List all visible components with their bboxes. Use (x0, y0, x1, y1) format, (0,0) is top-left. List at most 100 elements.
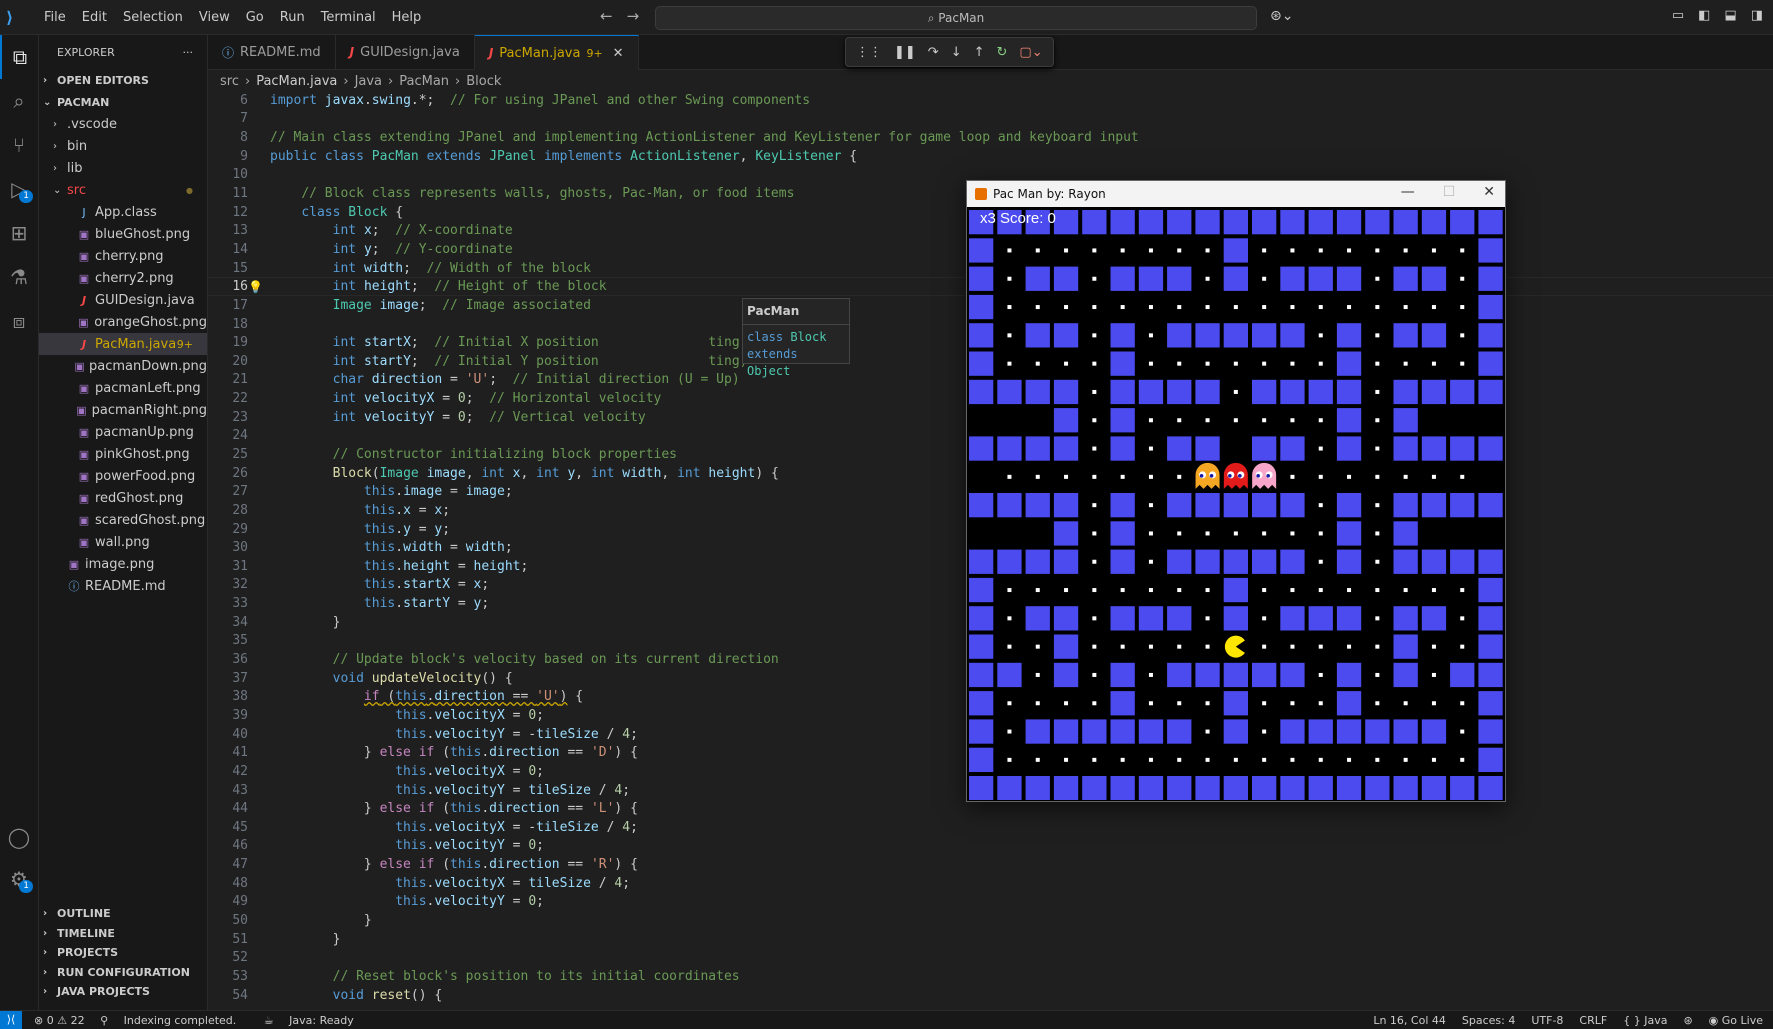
explorer-icon[interactable]: ⧉ (0, 35, 38, 79)
remote-explorer-icon[interactable]: ⧈ (0, 299, 38, 343)
encoding-status[interactable]: UTF-8 (1531, 1014, 1563, 1027)
section-java-projects[interactable]: › JAVA PROJECTS (39, 982, 207, 1002)
more-actions-icon[interactable]: ··· (183, 46, 194, 59)
tree-item[interactable]: J GUIDesign.java (39, 289, 207, 311)
tree-item[interactable]: J App.class (39, 201, 207, 223)
tree-item[interactable]: ▣ redGhost.png (39, 487, 207, 509)
step-over-icon[interactable]: ↷ (928, 45, 939, 60)
tree-item[interactable]: ▣ pacmanUp.png (39, 421, 207, 443)
menu-item-terminal[interactable]: Terminal (313, 10, 384, 25)
pacman-root-section[interactable]: ⌄ PACMAN (39, 91, 207, 113)
code-line[interactable]: 48 this.velocityX = tileSize / 4; (208, 874, 1773, 893)
breadcrumb-item[interactable]: Java (355, 74, 382, 89)
tree-item[interactable]: ▣ cherry.png (39, 245, 207, 267)
remote-indicator-icon[interactable]: ⟩⟨ (0, 1011, 22, 1029)
code-line[interactable]: 7 (208, 110, 1773, 129)
layout-toggle-icon[interactable]: ▭ (1672, 8, 1684, 23)
menu-item-file[interactable]: File (36, 10, 74, 25)
tree-item[interactable]: ▣ pacmanRight.png (39, 399, 207, 421)
run-debug-icon[interactable]: ▷ 1 (0, 167, 38, 211)
code-line[interactable]: 50 } (208, 911, 1773, 930)
code-line[interactable]: 51 } (208, 930, 1773, 949)
breadcrumb-item[interactable]: Block (466, 74, 501, 89)
code-line[interactable]: 9 public class PacMan extends JPanel impl… (208, 147, 1773, 166)
section-projects[interactable]: › PROJECTS (39, 943, 207, 963)
breadcrumb-item[interactable]: PacMan (399, 74, 449, 89)
close-tab-icon[interactable]: ✕ (613, 46, 624, 61)
extensions-icon[interactable]: ⊞ (0, 211, 38, 255)
menu-item-view[interactable]: View (191, 10, 238, 25)
lightbulb-icon[interactable]: 💡 (248, 280, 263, 294)
tree-item[interactable]: ▣ blueGhost.png (39, 223, 207, 245)
source-control-icon[interactable]: ⑂ (0, 123, 38, 167)
testing-icon[interactable]: ⚗ (0, 255, 38, 299)
copilot-status-icon[interactable]: ⊛ (1683, 1014, 1692, 1027)
tree-item[interactable]: ▣ orangeGhost.png (39, 311, 207, 333)
back-arrow-icon[interactable]: ← (600, 7, 627, 25)
problems-status[interactable]: ⊗ 0 ⚠ 22 (34, 1014, 85, 1027)
cursor-position[interactable]: Ln 16, Col 44 (1373, 1014, 1446, 1027)
tab-guidesign-java[interactable]: J GUIDesign.java (336, 35, 475, 69)
java-status[interactable]: ☕ Java: Ready (252, 1014, 354, 1027)
code-line[interactable]: 52 (208, 948, 1773, 967)
copilot-icon[interactable]: ⊛⌄ (1270, 8, 1293, 24)
account-icon[interactable]: ◯ (0, 815, 38, 859)
tree-item[interactable]: › lib (39, 157, 207, 179)
toggle-sidebar-icon[interactable]: ◧ (1698, 8, 1710, 23)
breadcrumb-item[interactable]: PacMan.java (256, 74, 337, 89)
toggle-panel-icon[interactable]: ⬓ (1724, 8, 1736, 23)
tab-readme-md[interactable]: ⓘ README.md (208, 35, 336, 69)
tab-pacman-java[interactable]: J PacMan.java 9+ ✕ (474, 35, 639, 70)
settings-gear-icon[interactable]: ⚙ 1 (0, 857, 38, 901)
tree-item[interactable]: ▣ powerFood.png (39, 465, 207, 487)
tree-item[interactable]: ▣ scaredGhost.png (39, 509, 207, 531)
section-timeline[interactable]: › TIMELINE (39, 924, 207, 944)
tree-item[interactable]: ▣ wall.png (39, 531, 207, 553)
tree-item[interactable]: ⓘ README.md (39, 575, 207, 597)
tree-item[interactable]: ▣ pacmanLeft.png (39, 377, 207, 399)
language-mode[interactable]: { } Java (1623, 1014, 1667, 1027)
section-run-configuration[interactable]: › RUN CONFIGURATION (39, 963, 207, 983)
menu-item-help[interactable]: Help (384, 10, 430, 25)
code-line[interactable]: 6 import javax.swing.*; // For using JPan… (208, 91, 1773, 110)
tree-item[interactable]: › .vscode (39, 113, 207, 135)
game-window-titlebar[interactable]: Pac Man by: Rayon — ☐ ✕ (967, 181, 1505, 207)
stop-icon[interactable]: ▢⌄ (1019, 45, 1042, 60)
tree-item[interactable]: › bin (39, 135, 207, 157)
toggle-secondary-sidebar-icon[interactable]: ◨ (1751, 8, 1763, 23)
tree-item[interactable]: ▣ cherry2.png (39, 267, 207, 289)
menu-item-selection[interactable]: Selection (115, 10, 191, 25)
tree-item[interactable]: ▣ pacmanDown.png (39, 355, 207, 377)
maximize-icon[interactable]: ☐ (1443, 184, 1456, 200)
open-editors-section[interactable]: › OPEN EDITORS (39, 69, 207, 91)
eol-status[interactable]: CRLF (1579, 1014, 1607, 1027)
menu-item-go[interactable]: Go (238, 10, 272, 25)
debug-status-icon[interactable]: ⚲ (100, 1014, 108, 1027)
code-line[interactable]: 46 this.velocityY = 0; (208, 837, 1773, 856)
drag-handle-icon[interactable]: ⋮⋮ (856, 45, 882, 60)
search-icon[interactable]: ⌕ (0, 79, 38, 123)
step-out-icon[interactable]: ↑ (974, 45, 985, 60)
indentation-status[interactable]: Spaces: 4 (1462, 1014, 1515, 1027)
tree-item[interactable]: ⌄ src ● (39, 179, 207, 201)
code-line[interactable]: 45 this.velocityX = -tileSize / 4; (208, 818, 1773, 837)
pause-icon[interactable]: ❚❚ (894, 45, 916, 60)
code-line[interactable]: 47 } else if (this.direction == 'R') { (208, 855, 1773, 874)
forward-arrow-icon[interactable]: → (627, 7, 654, 25)
step-into-icon[interactable]: ↓ (951, 45, 962, 60)
code-line[interactable]: 8 // Main class extending JPanel and impl… (208, 128, 1773, 147)
go-live-button[interactable]: ◉ Go Live (1709, 1014, 1763, 1027)
menu-item-run[interactable]: Run (272, 10, 313, 25)
restart-icon[interactable]: ↻ (997, 45, 1008, 60)
code-line[interactable]: 54 void reset() { (208, 986, 1773, 1005)
code-line[interactable]: 44 } else if (this.direction == 'L') { (208, 799, 1773, 818)
command-center-search[interactable]: ⌕ PacMan (655, 6, 1257, 30)
tree-item[interactable]: ▣ pinkGhost.png (39, 443, 207, 465)
minimize-icon[interactable]: — (1401, 184, 1415, 200)
code-line[interactable]: 53 // Reset block's position to its init… (208, 967, 1773, 986)
code-line[interactable]: 49 this.velocityY = 0; (208, 893, 1773, 912)
tree-item[interactable]: J PacMan.java 9+ (39, 333, 207, 355)
menu-item-edit[interactable]: Edit (74, 10, 115, 25)
game-board[interactable]: x3 Score: 0 (967, 208, 1505, 801)
tree-item[interactable]: ▣ image.png (39, 553, 207, 575)
